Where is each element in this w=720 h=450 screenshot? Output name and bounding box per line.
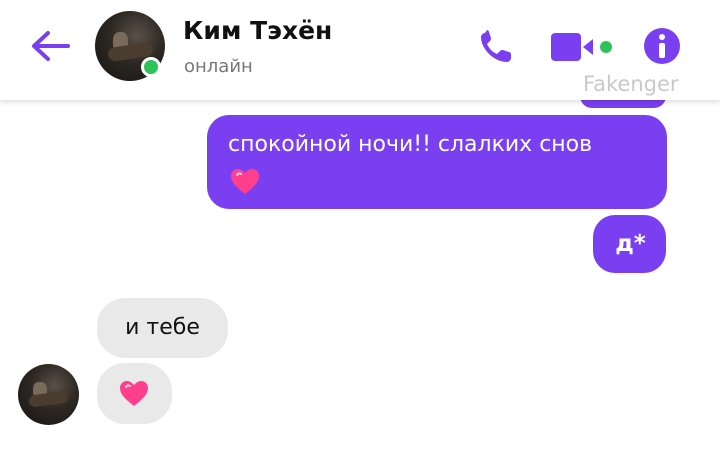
contact-status: онлайн <box>184 56 253 77</box>
outgoing-message[interactable]: д* <box>593 215 666 273</box>
message-text: д* <box>615 231 646 257</box>
heart-icon <box>120 381 148 406</box>
online-status-dot <box>141 57 161 77</box>
heart-icon <box>231 169 259 194</box>
message-text: спокойной ночи!! слалких снов <box>228 132 593 157</box>
info-icon[interactable] <box>642 26 682 66</box>
back-arrow-icon[interactable] <box>28 28 72 64</box>
contact-avatar-small[interactable] <box>18 364 79 425</box>
outgoing-message[interactable]: спокойной ночи!! слалких снов <box>207 115 667 209</box>
watermark: Fakenger <box>583 72 679 96</box>
incoming-message[interactable] <box>97 363 172 424</box>
incoming-message[interactable]: и тебе <box>97 298 228 358</box>
contact-name[interactable]: Ким Тэхён <box>183 16 332 45</box>
phone-icon[interactable] <box>472 26 516 66</box>
message-text: и тебе <box>125 315 200 340</box>
video-camera-icon[interactable] <box>550 32 620 62</box>
